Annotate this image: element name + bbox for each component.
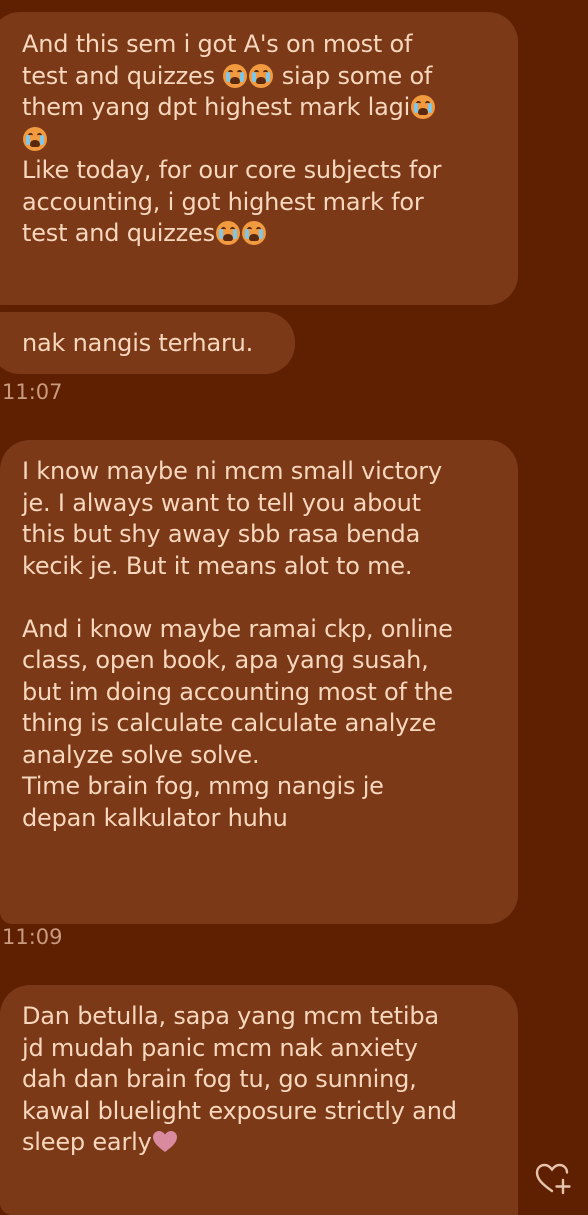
message-timestamp: 11:07 (2, 380, 63, 404)
crying-face-icon (411, 95, 436, 119)
crying-face-icon (23, 126, 47, 151)
crying-face-icon (249, 63, 274, 88)
crying-face-icon (223, 63, 248, 88)
crying-face-icon (215, 221, 240, 245)
message-text: Dan betulla, sapa yang mcm tetiba jd mud… (22, 1002, 457, 1156)
message-bubble[interactable]: nak nangis terharu. (0, 312, 295, 374)
message-text: nak nangis terharu. (22, 329, 254, 357)
message-bubble[interactable]: And this sem i got A's on most of test a… (0, 12, 518, 305)
chat-thread: And this sem i got A's on most of test a… (0, 0, 588, 1215)
heart-plus-icon[interactable] (534, 1160, 572, 1196)
message-bubble[interactable]: Dan betulla, sapa yang mcm tetiba jd mud… (0, 985, 518, 1215)
message-bubble[interactable]: I know maybe ni mcm small victory je. I … (0, 440, 518, 924)
crying-face-icon (241, 221, 266, 245)
pink-heart-icon (152, 1131, 177, 1152)
message-timestamp: 11:09 (2, 925, 63, 949)
message-text: I know maybe ni mcm small victory je. I … (22, 457, 453, 832)
